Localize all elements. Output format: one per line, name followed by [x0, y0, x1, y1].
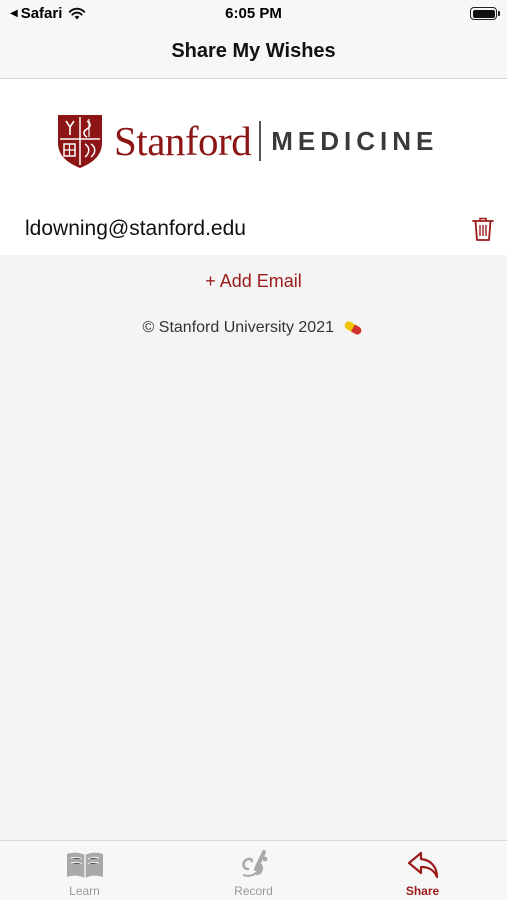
tab-label-share: Share	[405, 884, 440, 898]
tab-label-record: Record	[234, 884, 273, 898]
tab-learn[interactable]: Learn	[0, 841, 169, 900]
logo-sub-text: MEDICINE	[271, 125, 439, 156]
writing-hand-icon	[241, 850, 267, 877]
email-address: ldowning@stanford.edu	[25, 217, 246, 240]
add-email-button[interactable]: + Add Email	[0, 271, 507, 292]
tab-share[interactable]: Share	[338, 841, 507, 900]
pill-icon	[345, 321, 362, 335]
email-list-item: ldowning@stanford.edu	[0, 203, 507, 255]
tab-label-learn: Learn	[69, 884, 100, 898]
battery-icon	[470, 7, 500, 20]
copyright-footer: © Stanford University 2021	[0, 319, 507, 337]
page-title: Share My Wishes	[171, 40, 336, 62]
copyright-text: © Stanford University 2021	[142, 319, 334, 336]
status-bar: ◀ Safari 6:05 PM	[0, 0, 507, 28]
navigation-bar: Share My Wishes	[0, 28, 507, 79]
book-icon	[66, 852, 103, 878]
status-time: 6:05 PM	[225, 5, 282, 22]
logo-brand-text: Stanford	[114, 118, 252, 164]
logo-divider	[259, 121, 262, 161]
share-reply-icon	[407, 851, 438, 879]
tab-bar: Learn Record Share	[0, 840, 507, 900]
logo-area: Stanford MEDICINE	[0, 79, 507, 203]
stanford-shield-icon	[58, 115, 102, 168]
tab-record[interactable]: Record	[169, 841, 338, 900]
stanford-medicine-logo: Stanford MEDICINE	[56, 113, 438, 169]
trash-icon[interactable]	[472, 216, 494, 242]
